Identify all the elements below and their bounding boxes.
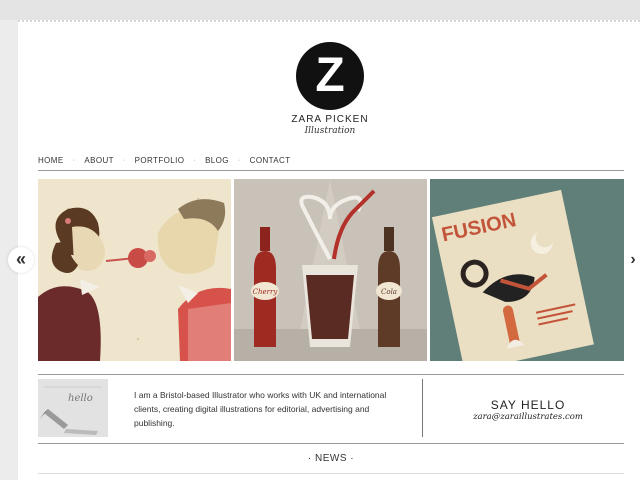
magazine-cover-illustration: FUSION xyxy=(430,179,624,361)
couple-illustration xyxy=(38,179,231,361)
portfolio-gallery: Cherry Cola FUSION xyxy=(38,179,624,361)
nav-item-home[interactable]: HOME xyxy=(38,156,64,165)
logo-tagline: Illustration xyxy=(304,126,356,136)
browser-top-strip xyxy=(0,0,640,20)
intro-divider-top xyxy=(38,374,624,375)
intro-vertical-divider xyxy=(422,379,423,437)
hello-sketch-thumbnail: hello xyxy=(38,379,108,437)
intro-divider-bottom xyxy=(38,443,624,444)
page-container: Z ZARA PICKEN Illustration HOME · ABOUT … xyxy=(18,20,640,480)
news-divider xyxy=(38,473,624,474)
nav-item-portfolio[interactable]: PORTFOLIO xyxy=(135,156,185,165)
nav-separator: · xyxy=(122,156,126,164)
gallery-panel-drinks[interactable]: Cherry Cola xyxy=(234,179,427,361)
drink-bottles-illustration: Cherry Cola xyxy=(234,179,427,361)
logo-mark[interactable]: Z xyxy=(296,42,364,110)
logo-name: ZARA PICKEN xyxy=(291,114,369,125)
say-hello-heading: SAY HELLO xyxy=(490,398,566,412)
nav-item-contact[interactable]: CONTACT xyxy=(250,156,291,165)
nav-item-blog[interactable]: BLOG xyxy=(205,156,229,165)
nav-item-about[interactable]: ABOUT xyxy=(84,156,114,165)
gallery-panel-couple[interactable] xyxy=(38,179,231,361)
nav-divider xyxy=(38,170,624,171)
nav-separator: · xyxy=(237,156,241,164)
gallery-prev-arrow-icon[interactable]: « xyxy=(8,247,34,273)
gallery-panel-magazine[interactable]: FUSION xyxy=(430,179,624,361)
news-heading: · NEWS · xyxy=(307,453,355,464)
nav-separator: · xyxy=(193,156,197,164)
nav-separator: · xyxy=(72,156,76,164)
bottle-label-cola: Cola xyxy=(381,288,397,296)
intro-text: I am a Bristol-based Illustrator who wor… xyxy=(134,390,387,428)
bottle-label-cherry: Cherry xyxy=(253,288,279,296)
contact-email-link[interactable]: zara@zaraillustrates.com xyxy=(438,412,618,422)
gallery-next-arrow-icon[interactable]: › xyxy=(626,248,640,274)
main-nav: HOME · ABOUT · PORTFOLIO · BLOG · CONTAC… xyxy=(38,154,291,166)
thumbnail-hello-text: hello xyxy=(68,393,93,404)
